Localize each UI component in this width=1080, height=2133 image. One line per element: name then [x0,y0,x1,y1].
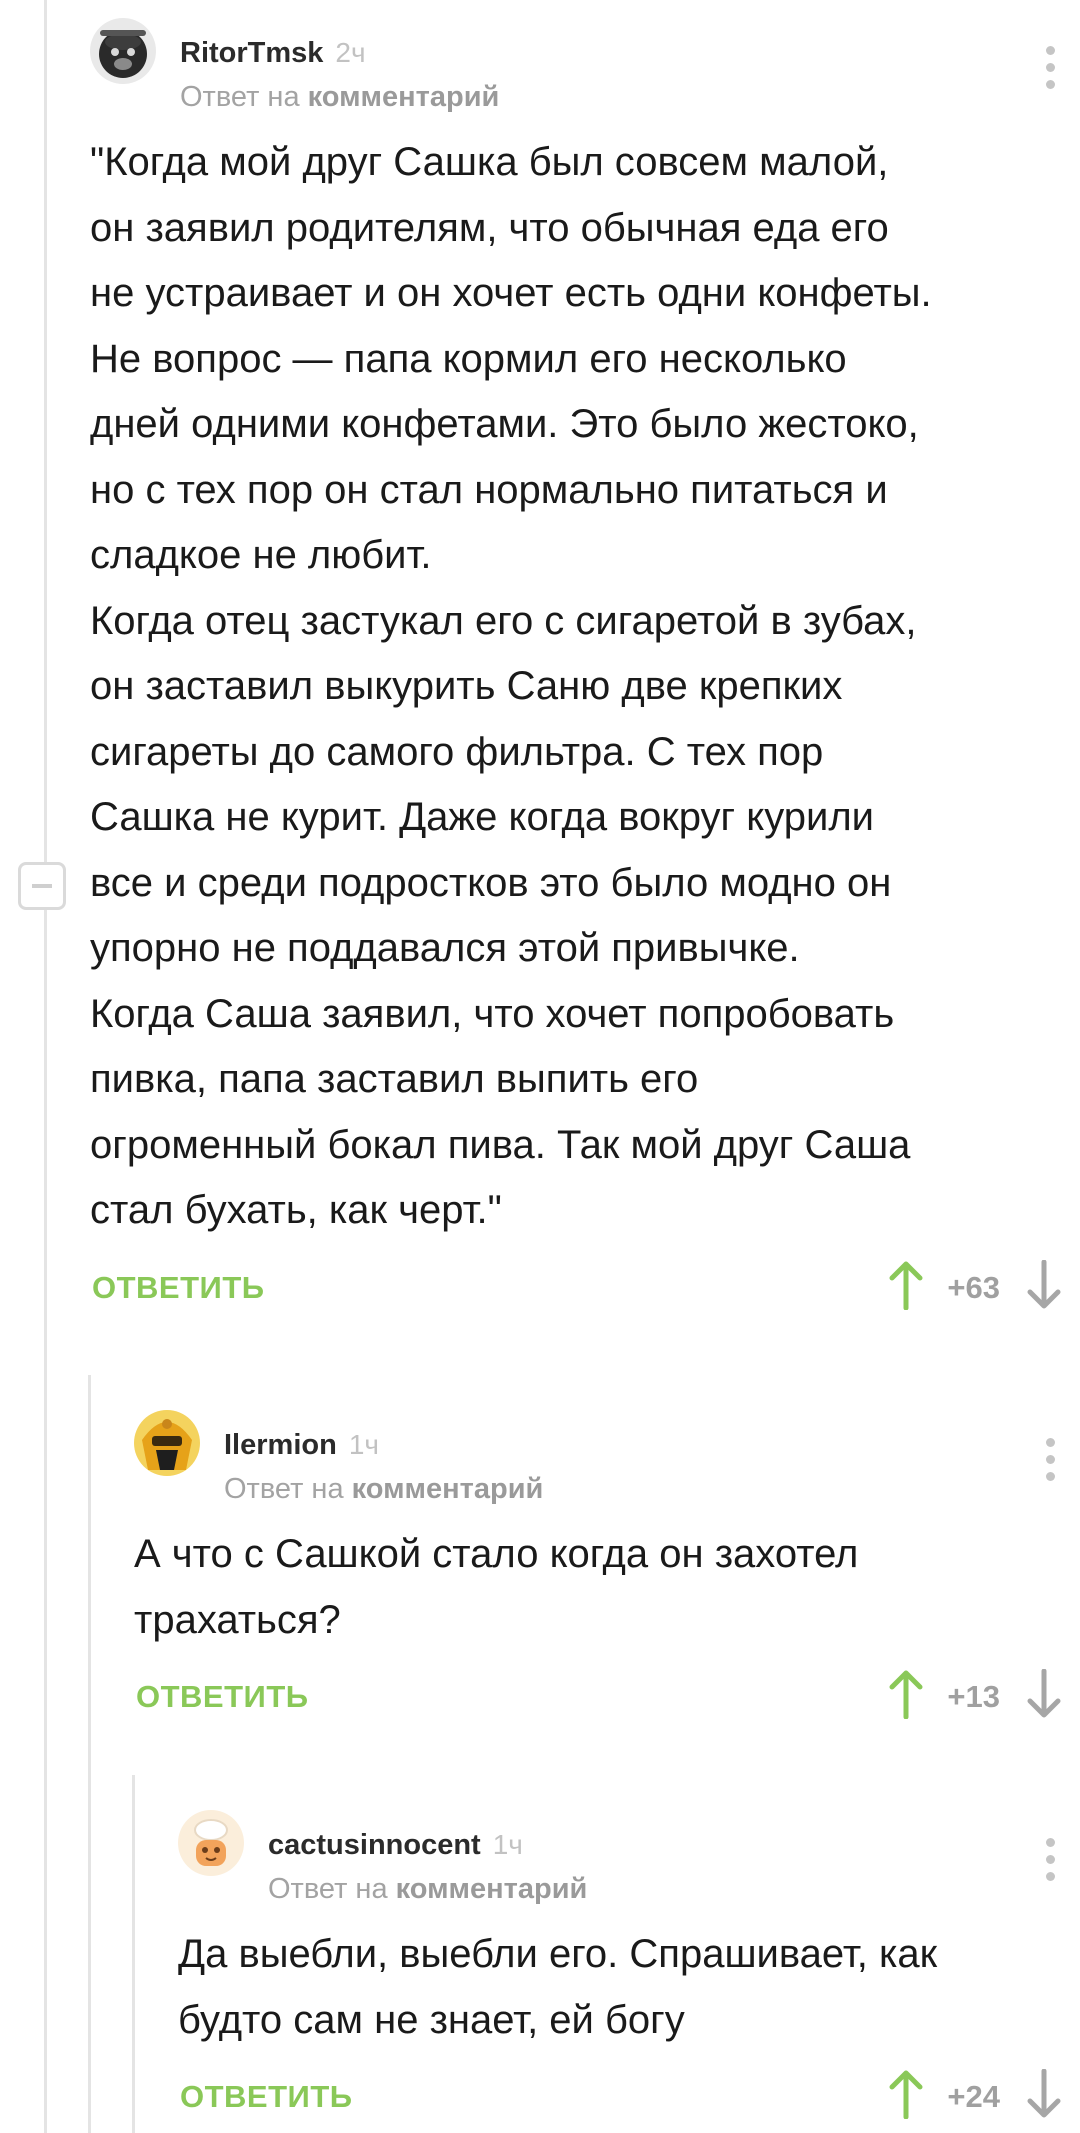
downvote-arrow-icon[interactable] [1026,1669,1062,1719]
thread-line-level-1 [88,1375,91,2133]
comment-line: пивка, папа заставил выпить его [90,1057,699,1101]
reply-to-link[interactable]: комментарий [396,1873,588,1905]
rating-score: +13 [947,1679,1000,1714]
comment-line: дней одними конфетами. Это было жестоко, [90,402,919,446]
downvote-arrow-icon[interactable] [1026,2069,1062,2119]
comment-line: Не вопрос — папа кормил его несколько [90,336,847,381]
comment-line: "Когда мой друг Сашка был совсем малой, [90,140,889,184]
comment-line: сладкое не любит. [90,533,432,577]
comment-line: упорно не поддавался этой привычке. [90,926,800,970]
comment-body: А что с Сашкой стало когда он захотел тр… [134,1522,1080,1653]
comment-body: "Когда мой друг Сашка был совсем малой, … [90,130,1080,1244]
upvote-arrow-icon[interactable] [888,1260,924,1310]
comment-footer: ОТВЕТИТЬ +63 [90,1259,1080,1320]
downvote-arrow-icon[interactable] [1026,1259,1062,1310]
rating-score: +63 [947,1269,1000,1305]
comment-line: Да выебли, выебли его. Спрашивает, как [178,1932,938,1976]
upvote-arrow-icon[interactable] [888,2069,924,2119]
comment-header: RitorTmsk 2ч Ответ на комментарий [90,18,1080,113]
comment-header: cactusinnocent 1ч Ответ на комментарий [178,1810,1080,1905]
author-line: cactusinnocent 1ч [268,1828,523,1862]
reply-to-prefix: Ответ на [224,1473,344,1505]
reply-to-prefix: Ответ на [180,81,300,113]
author-line: Ilermion 1ч [224,1428,379,1462]
reply-to-link[interactable]: комментарий [308,81,500,113]
comment-line: он заявил родителям, что обычная еда его [90,205,889,250]
comment-line: стал бухать, как черт." [90,1188,502,1232]
upvote-arrow-icon[interactable] [888,1669,924,1719]
collapse-thread-button[interactable] [18,862,66,910]
cactus-avatar-icon[interactable] [178,1810,244,1876]
reply-to-line: Ответ на комментарий [224,1472,543,1506]
more-options-icon[interactable] [1044,46,1056,90]
comment-line: трахаться? [134,1597,341,1642]
author-line: RitorTmsk 2ч [180,36,366,70]
author-name[interactable]: RitorTmsk [180,37,323,69]
comment-cactusinnocent: cactusinnocent 1ч Ответ на комментарий Да… [178,1810,1080,2129]
reply-to-line: Ответ на комментарий [180,80,499,114]
reply-to-prefix: Ответ на [268,1873,388,1905]
thread-line-level-0 [44,0,47,2133]
thread-line-level-2 [132,1775,135,2133]
comment-body: Да выебли, выебли его. Спрашивает, как б… [178,1922,1080,2053]
rating-score: +24 [947,2079,1000,2114]
comment-ritortmsk: RitorTmsk 2ч Ответ на комментарий "Когда … [90,18,1080,1320]
bulldog-avatar-icon[interactable] [90,18,156,84]
reply-button[interactable]: ОТВЕТИТЬ [136,1679,309,1715]
comment-header: Ilermion 1ч Ответ на комментарий [134,1410,1080,1505]
comment-line: Сашка не курит. Даже когда вокруг курили [90,795,875,839]
comment-time: 1ч [492,1829,523,1860]
comment-line: он заставил выкурить Саню две крепких [90,664,843,708]
more-options-icon[interactable] [1044,1438,1056,1482]
comment-line: Когда Саша заявил, что хочет попробовать [90,991,895,1036]
more-options-icon[interactable] [1044,1838,1056,1882]
author-name[interactable]: Ilermion [224,1429,337,1461]
author-name[interactable]: cactusinnocent [268,1829,481,1861]
comment-line: но с тех пор он стал нормально питаться … [90,467,888,512]
comment-line: Когда отец застукал его с сигаретой в зу… [90,598,917,643]
reply-to-link[interactable]: комментарий [352,1473,544,1505]
comment-line: не устраивает и он хочет есть одни конфе… [90,271,932,315]
comment-line: все и среди подростков это было модно он [90,860,892,905]
comment-footer: ОТВЕТИТЬ +13 [134,1669,1080,1729]
reply-button[interactable]: ОТВЕТИТЬ [92,1270,265,1306]
comment-line: А что с Сашкой стало когда он захотел [134,1532,859,1576]
reply-button[interactable]: ОТВЕТИТЬ [180,2079,353,2115]
comment-time: 2ч [335,37,366,68]
comment-line: будто сам не знает, ей богу [178,1997,685,2042]
masked-warrior-avatar-icon[interactable] [134,1410,200,1476]
comment-line: сигареты до самого фильтра. С тех пор [90,729,824,774]
comment-line: огроменный бокал пива. Так мой друг Саша [90,1122,911,1167]
comment-ilermion: Ilermion 1ч Ответ на комментарий А что с … [134,1410,1080,1729]
reply-to-line: Ответ на комментарий [268,1872,587,1906]
comment-footer: ОТВЕТИТЬ +24 [178,2069,1080,2129]
comment-time: 1ч [348,1429,379,1460]
